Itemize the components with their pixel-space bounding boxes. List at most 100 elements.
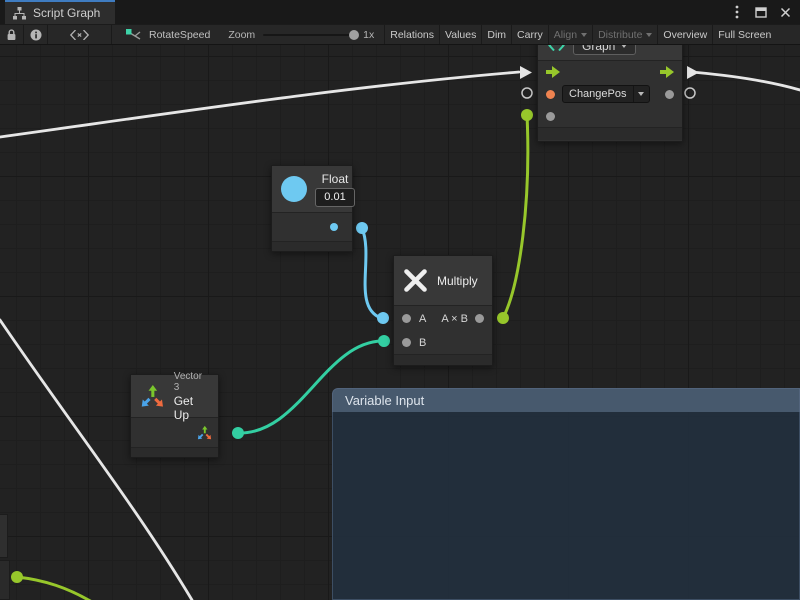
port-b-label: B xyxy=(419,337,426,349)
port-ring[interactable] xyxy=(522,88,532,98)
wire-end xyxy=(521,109,533,121)
node-subtitle: Vector 3 xyxy=(174,371,210,393)
carry-button[interactable]: Carry xyxy=(512,25,549,44)
kebab-menu-icon[interactable] xyxy=(730,5,744,19)
tab-script-graph[interactable]: Script Graph xyxy=(5,0,115,24)
dropdown-arrow-icon xyxy=(646,33,652,37)
offscreen-node[interactable] xyxy=(0,560,10,600)
graph-selector-label: Graph xyxy=(582,45,615,53)
vector3-get-up-node[interactable]: Vector 3 Get Up xyxy=(130,374,219,458)
vector3-output-port[interactable] xyxy=(196,425,213,441)
node-title: Float xyxy=(322,172,349,186)
wire-end xyxy=(497,312,509,324)
node-footer xyxy=(272,241,352,251)
float-output-port[interactable] xyxy=(330,223,338,231)
port-row: A A × B xyxy=(394,306,492,331)
tab-bar: Script Graph xyxy=(0,0,800,24)
zoom-slider-knob[interactable] xyxy=(349,30,359,40)
info-button[interactable] xyxy=(24,25,48,44)
input-port[interactable] xyxy=(546,112,555,121)
relations-button[interactable]: Relations xyxy=(384,25,440,44)
full-screen-button[interactable]: Full Screen xyxy=(713,25,776,44)
script-graph-icon xyxy=(13,7,26,20)
dim-button[interactable]: Dim xyxy=(482,25,512,44)
zoom-label: Zoom xyxy=(228,29,255,41)
values-label: Values xyxy=(445,29,476,41)
output-port[interactable] xyxy=(665,90,674,99)
multiply-node[interactable]: Multiply A A × B B xyxy=(393,255,493,366)
info-icon xyxy=(30,29,42,41)
flow-arrowhead xyxy=(520,66,532,79)
close-icon[interactable] xyxy=(778,5,792,19)
dropdown-arrow-icon xyxy=(581,33,587,37)
node-header[interactable]: Float 0.01 xyxy=(272,166,352,213)
float-value-field[interactable]: 0.01 xyxy=(315,188,355,207)
port-a-label: A xyxy=(419,313,426,325)
node-title: Get Up xyxy=(174,394,210,422)
overview-label: Overview xyxy=(663,29,707,41)
value-row: ChangePos xyxy=(538,83,682,105)
zoom-slider[interactable] xyxy=(263,34,355,36)
float-icon xyxy=(281,176,307,202)
graph-canvas[interactable]: Variable Input xyxy=(0,45,800,600)
wire-blue[interactable] xyxy=(362,228,381,318)
lock-icon xyxy=(6,29,17,41)
graph-io-node[interactable]: Graph ChangePos xyxy=(537,45,683,142)
output-row xyxy=(131,418,218,447)
port-row: B xyxy=(394,331,492,354)
wire-teal[interactable] xyxy=(238,341,383,433)
distribute-label: Distribute xyxy=(598,29,642,41)
input-port[interactable] xyxy=(546,90,555,99)
dropdown-arrow-icon xyxy=(634,92,649,96)
align-button[interactable]: Align xyxy=(549,25,593,44)
node-header[interactable]: Vector 3 Get Up xyxy=(131,375,218,418)
offscreen-node[interactable] xyxy=(0,514,8,558)
graph-selector[interactable]: Graph xyxy=(573,45,636,55)
wire-end xyxy=(232,427,244,439)
output-row xyxy=(272,213,352,241)
node-title: Multiply xyxy=(437,274,478,288)
input-port-b[interactable] xyxy=(402,338,411,347)
relations-label: Relations xyxy=(390,29,434,41)
input-port-a[interactable] xyxy=(402,314,411,323)
wire-control-in[interactable] xyxy=(0,72,519,137)
wire-green[interactable] xyxy=(503,115,528,318)
tab-title: Script Graph xyxy=(33,6,100,20)
dim-label: Dim xyxy=(487,29,506,41)
zoom-value: 1x xyxy=(363,29,374,41)
distribute-button[interactable]: Distribute xyxy=(593,25,658,44)
node-footer xyxy=(538,127,682,140)
inspect-button[interactable] xyxy=(48,25,112,44)
lock-button[interactable] xyxy=(0,25,24,44)
wire-end xyxy=(356,222,368,234)
changepos-dropdown[interactable]: ChangePos xyxy=(562,85,650,103)
zoom-control: Zoom 1x xyxy=(228,25,374,44)
value-row xyxy=(538,105,682,127)
port-ring[interactable] xyxy=(685,88,695,98)
graph-path-icon xyxy=(126,29,142,41)
wire-control-out[interactable] xyxy=(697,73,800,91)
dropdown-arrow-icon xyxy=(621,45,627,48)
carry-label: Carry xyxy=(517,29,543,41)
node-header[interactable]: Multiply xyxy=(394,256,492,306)
multiply-icon xyxy=(403,268,428,293)
port-out-label: A × B xyxy=(441,313,468,325)
overview-button[interactable]: Overview xyxy=(658,25,713,44)
values-button[interactable]: Values xyxy=(440,25,482,44)
float-node[interactable]: Float 0.01 xyxy=(271,165,353,252)
flow-arrow-port[interactable] xyxy=(660,66,674,78)
subgraph-icon xyxy=(548,45,565,51)
maximize-icon[interactable] xyxy=(754,5,768,19)
wire-diagonal[interactable] xyxy=(0,320,192,600)
flow-arrow-port[interactable] xyxy=(546,66,560,78)
wire-end xyxy=(378,335,390,347)
output-port[interactable] xyxy=(475,314,484,323)
wire-end xyxy=(11,571,23,583)
node-header[interactable]: Graph xyxy=(538,45,682,61)
vector3-icon xyxy=(139,383,166,410)
node-footer xyxy=(394,354,492,365)
changepos-value: ChangePos xyxy=(563,88,633,100)
wire-green-bottom[interactable] xyxy=(17,577,92,600)
graph-name: RotateSpeed xyxy=(149,29,210,41)
graph-breadcrumb[interactable]: RotateSpeed xyxy=(126,25,210,44)
